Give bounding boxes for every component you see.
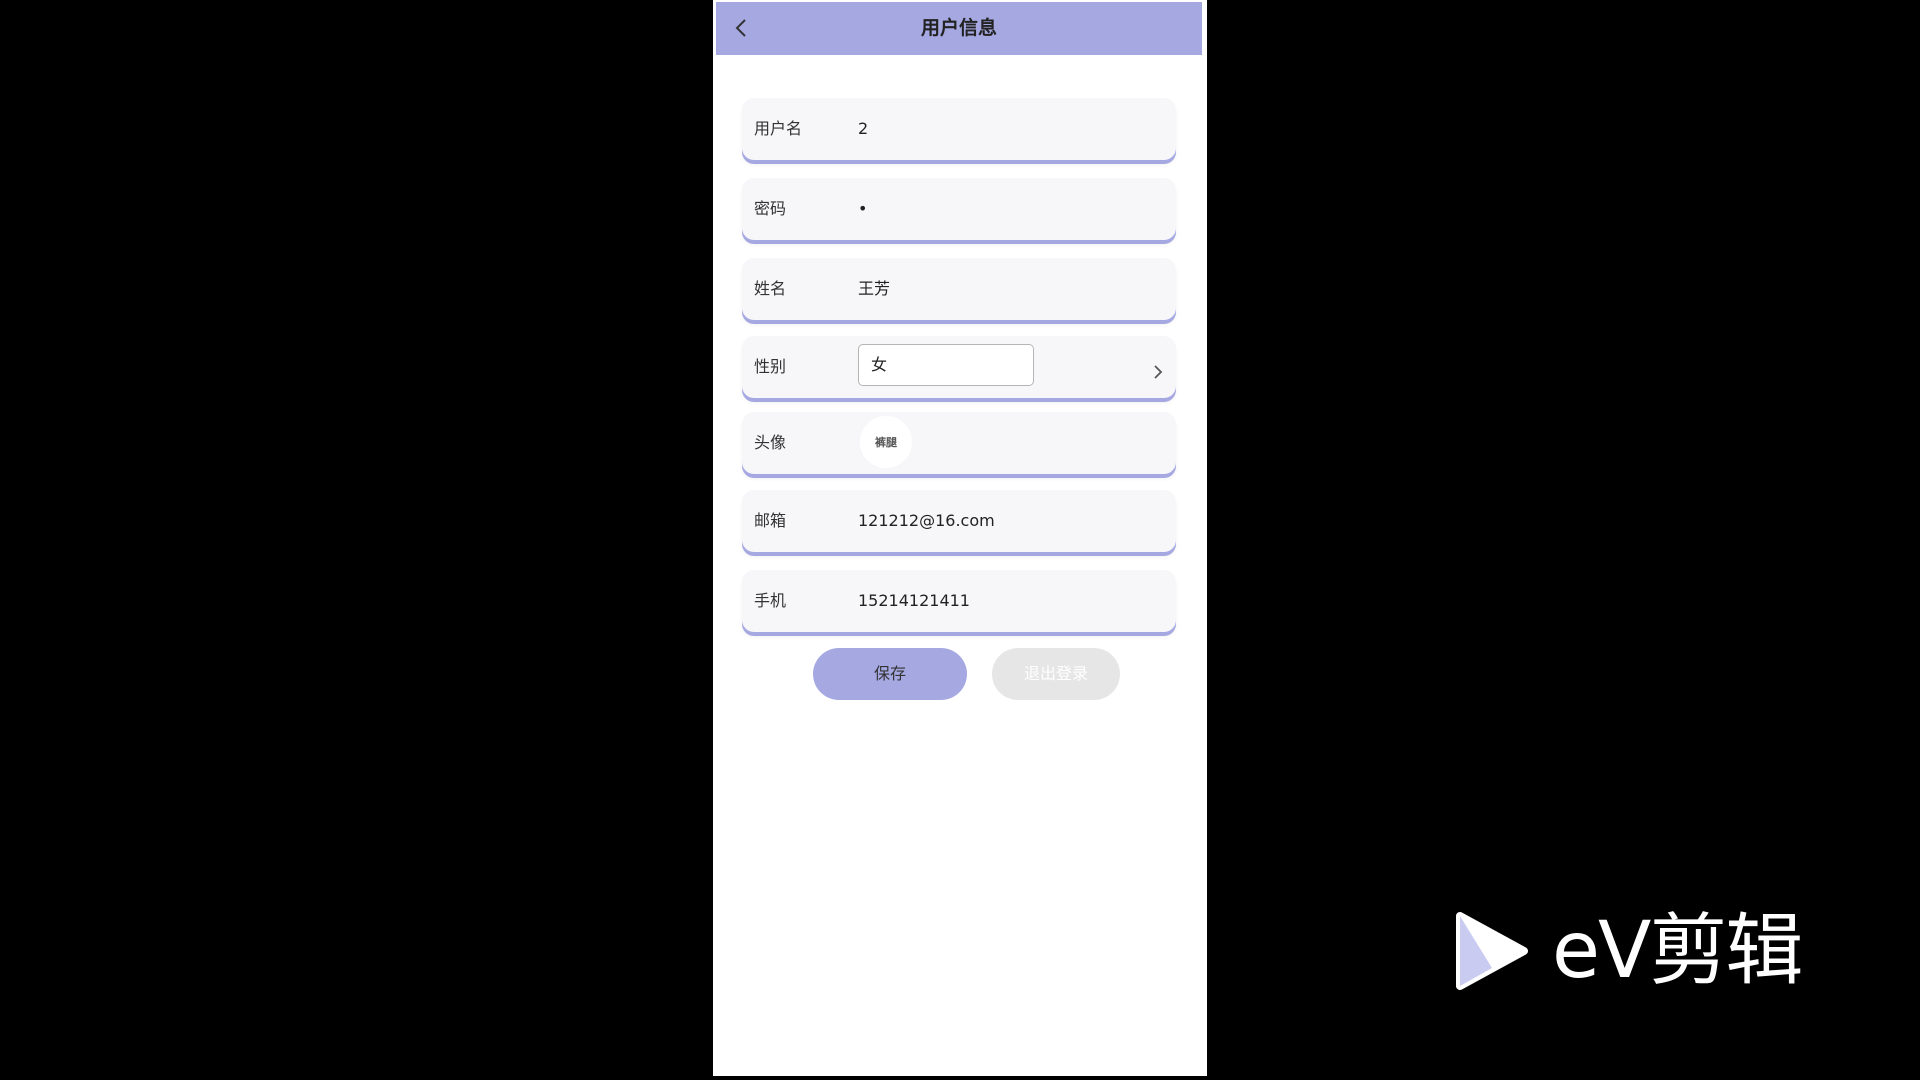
- email-label: 邮箱: [754, 511, 787, 530]
- watermark: eV剪辑: [1452, 908, 1826, 994]
- chevron-left-icon: [735, 19, 746, 37]
- email-field[interactable]: 121212@16.com: [858, 490, 995, 552]
- phone-screen: 用户信息 用户名 2 密码 • 姓名 王芳 性别 女 头像 裤腿 邮箱 1212…: [713, 0, 1207, 1076]
- avatar[interactable]: 裤腿: [860, 416, 912, 468]
- logout-button[interactable]: 退出登录: [992, 648, 1120, 700]
- gender-select[interactable]: 女: [858, 344, 1034, 386]
- page-title: 用户信息: [920, 17, 997, 39]
- gender-label: 性别: [754, 357, 787, 376]
- header-bar: 用户信息: [716, 2, 1202, 55]
- password-row: 密码 •: [742, 178, 1176, 240]
- phone-label: 手机: [754, 591, 787, 610]
- username-row: 用户名 2: [742, 98, 1176, 160]
- chevron-right-icon[interactable]: [1150, 364, 1166, 380]
- username-field[interactable]: 2: [858, 98, 868, 160]
- password-label: 密码: [754, 199, 787, 218]
- back-button[interactable]: [728, 14, 756, 42]
- email-row: 邮箱 121212@16.com: [742, 490, 1176, 552]
- phone-field[interactable]: 15214121411: [858, 570, 970, 632]
- phone-row: 手机 15214121411: [742, 570, 1176, 632]
- username-label: 用户名: [754, 119, 803, 138]
- name-field[interactable]: 王芳: [858, 258, 890, 320]
- avatar-row: 头像 裤腿: [742, 412, 1176, 474]
- password-field[interactable]: •: [858, 178, 867, 240]
- save-button[interactable]: 保存: [813, 648, 967, 700]
- name-label: 姓名: [754, 279, 787, 298]
- avatar-label: 头像: [754, 433, 787, 452]
- name-row: 姓名 王芳: [742, 258, 1176, 320]
- gender-row: 性别 女: [742, 336, 1176, 398]
- watermark-text: eV剪辑: [1552, 906, 1803, 996]
- play-logo-icon: [1456, 912, 1528, 990]
